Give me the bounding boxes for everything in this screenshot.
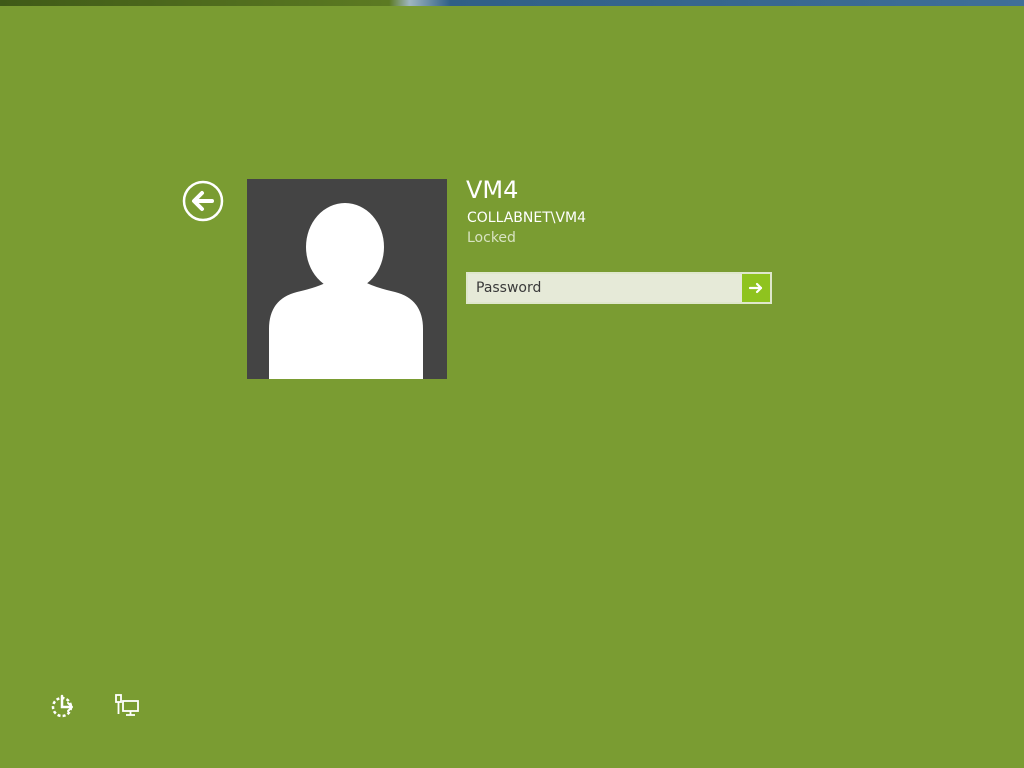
- user-avatar: [247, 179, 447, 379]
- back-button[interactable]: [182, 180, 224, 222]
- network-icon: [115, 694, 139, 716]
- password-input[interactable]: [468, 274, 742, 302]
- arrow-right-icon: [748, 282, 763, 294]
- network-button[interactable]: [113, 692, 141, 720]
- submit-button[interactable]: [742, 274, 770, 302]
- top-window-strip: [0, 0, 1024, 6]
- ease-of-access-icon: [51, 694, 73, 718]
- ease-of-access-button[interactable]: [49, 692, 77, 720]
- default-user-icon: [269, 203, 423, 379]
- user-name: VM4: [466, 176, 519, 204]
- password-box: [466, 272, 772, 304]
- user-domain-account: COLLABNET\VM4: [467, 210, 587, 226]
- user-status: Locked: [467, 230, 516, 246]
- back-arrow-icon: [182, 180, 224, 222]
